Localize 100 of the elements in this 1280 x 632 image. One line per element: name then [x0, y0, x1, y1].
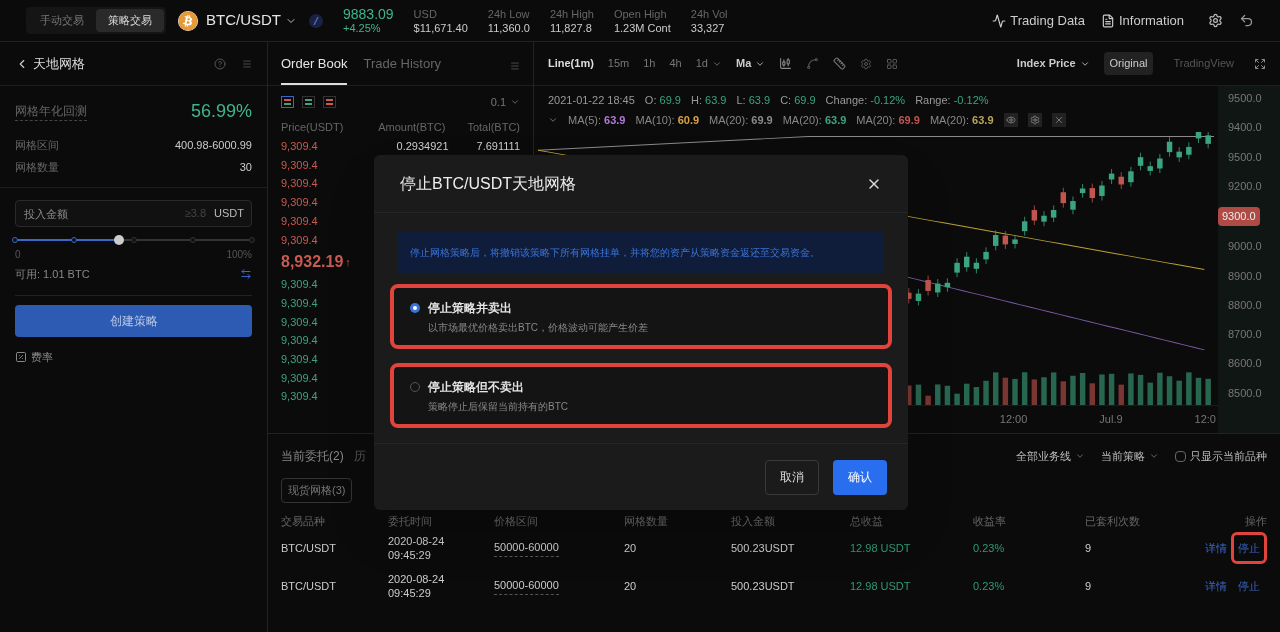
- table-cell-text: 20: [624, 540, 638, 556]
- cancel-button[interactable]: 取消: [765, 459, 819, 495]
- indicator-selector[interactable]: Ma: [736, 55, 766, 72]
- order-price: 9,309.4: [281, 295, 318, 311]
- orders-tab[interactable]: 当前委托(2): [281, 447, 344, 465]
- stat-value: 33,327: [690, 20, 726, 35]
- mode-tab[interactable]: 策略交易: [96, 9, 164, 32]
- column-header: 操作: [1244, 513, 1267, 529]
- table-cell-text: 12.98 USDT: [850, 578, 912, 594]
- fee-link[interactable]: 费率: [15, 348, 252, 365]
- pair-selector[interactable]: BTC/USDT: [206, 9, 281, 32]
- details-link[interactable]: 详情: [1205, 577, 1227, 595]
- precision-selector[interactable]: 0.1: [490, 94, 520, 111]
- filter-chip[interactable]: 现货网格(3): [281, 478, 353, 503]
- details-link[interactable]: 详情: [1205, 539, 1227, 557]
- volume-bar: [1137, 374, 1144, 405]
- grid-icon[interactable]: [886, 57, 899, 70]
- interval-tab[interactable]: 15m: [607, 55, 630, 72]
- information-link[interactable]: Information: [1100, 10, 1184, 31]
- time-axis-label: 12:0: [1194, 412, 1216, 428]
- table-cell-text: 12.98 USDT: [850, 540, 912, 556]
- radio-button[interactable]: [410, 303, 420, 313]
- table-cell: 50000-60000: [494, 577, 559, 595]
- table-cell: 50000-60000: [494, 539, 559, 557]
- interval-tab[interactable]: Line(1m): [548, 55, 594, 72]
- order-price: 9,309.4: [281, 351, 318, 367]
- volume-bar: [1079, 372, 1086, 405]
- column-header: Amount(BTC): [378, 119, 446, 135]
- ohlc-value: H: 63.9: [690, 93, 727, 108]
- order-book-tab[interactable]: Trade History: [363, 53, 442, 85]
- volume-bar: [1089, 383, 1095, 405]
- info-badge-icon: [309, 13, 323, 28]
- line-tool-icon[interactable]: [806, 57, 820, 70]
- transfer-icon[interactable]: [240, 268, 252, 281]
- fullscreen-icon[interactable]: [1254, 57, 1266, 70]
- column-header: 委托时间: [388, 513, 433, 529]
- only-current-checkbox[interactable]: 只显示当前品种: [1175, 447, 1267, 465]
- price-axis-label: 9500.0: [1227, 91, 1263, 106]
- stop-option[interactable]: 停止策略并卖出 以市场最优价格卖出BTC，价格波动可能产生价差: [390, 284, 892, 349]
- stop-link[interactable]: 停止: [1231, 531, 1267, 565]
- volume-bar: [1070, 375, 1076, 405]
- interval-tab[interactable]: 1d: [695, 55, 708, 72]
- order-total: 7.691111: [476, 139, 520, 155]
- order-price: 9,309.4: [281, 157, 318, 173]
- chevron-down-icon: [1149, 451, 1159, 461]
- volume-bar: [1108, 373, 1115, 405]
- undo-icon[interactable]: [1239, 13, 1254, 28]
- create-strategy-button[interactable]: 创建策略: [15, 304, 252, 337]
- stat-label: USD: [413, 6, 438, 21]
- price-axis-label: 9400.0: [1227, 120, 1263, 136]
- eye-icon[interactable]: [1003, 112, 1018, 127]
- annual-return-label: 网格年化回测: [15, 102, 87, 121]
- table-cell-text: 500.23USDT: [731, 578, 796, 594]
- mode-tab[interactable]: 手动交易: [28, 9, 96, 32]
- price-type-selector[interactable]: Index Price: [1016, 55, 1090, 72]
- order-book-tab[interactable]: Order Book: [281, 53, 348, 85]
- column-header: 网格数量: [624, 513, 669, 529]
- volume-bar: [944, 385, 951, 405]
- filter-dropdown[interactable]: 全部业务线: [1016, 447, 1085, 465]
- slider-thumb[interactable]: [114, 235, 125, 245]
- column-header: 已套利次数: [1085, 513, 1141, 529]
- price-axis-label: 9200.0: [1227, 178, 1263, 194]
- table-cell-text: 2020-08-24 09:45:29: [388, 572, 446, 600]
- volume-bar: [1060, 381, 1067, 405]
- unit-label: USDT: [214, 206, 244, 222]
- ohlc-value: L: 63.9: [736, 93, 771, 108]
- book-layout-icon[interactable]: [302, 96, 315, 109]
- stop-link[interactable]: 停止: [1231, 569, 1267, 603]
- interval-tab[interactable]: 1h: [643, 55, 656, 72]
- trading-data-link[interactable]: Trading Data: [992, 10, 1085, 31]
- price-axis-label: 8600.0: [1227, 356, 1263, 372]
- settings-icon[interactable]: [1208, 13, 1223, 28]
- ma-value: MA(20): 69.9: [856, 112, 920, 128]
- candlestick-icon[interactable]: [779, 57, 793, 70]
- volume-bar: [1031, 379, 1038, 405]
- volume-bar: [935, 384, 941, 405]
- volume-bar: [973, 387, 980, 405]
- volume-bar: [1166, 376, 1173, 405]
- volume-bar: [925, 395, 931, 405]
- last-trade-price: 8,932.19: [281, 252, 344, 273]
- confirm-button[interactable]: 确认: [833, 459, 887, 495]
- volume-bar: [1205, 378, 1211, 405]
- stop-option[interactable]: 停止策略但不卖出 策略停止后保留当前持有的BTC: [390, 363, 892, 428]
- amount-slider[interactable]: [15, 235, 252, 245]
- slider-min-label: 0: [15, 248, 21, 262]
- filter-dropdown[interactable]: 当前策略: [1101, 447, 1159, 465]
- table-cell-text: 9: [1085, 578, 1093, 594]
- interval-tab[interactable]: 4h: [669, 55, 682, 72]
- chart-view-tab[interactable]: Original: [1103, 52, 1154, 75]
- volume-bar: [993, 372, 999, 405]
- column-header: 交易品种: [281, 513, 326, 529]
- column-header: 总收益: [850, 513, 884, 529]
- coin-icon: [178, 10, 198, 31]
- volume-bar: [954, 393, 960, 405]
- order-price: 9,309.4: [281, 370, 318, 386]
- volume-bar: [1195, 377, 1202, 405]
- percent-icon: [15, 350, 27, 363]
- ruler-icon[interactable]: [833, 57, 847, 70]
- book-layout-icon[interactable]: [281, 96, 294, 109]
- book-layout-icon[interactable]: [323, 96, 336, 109]
